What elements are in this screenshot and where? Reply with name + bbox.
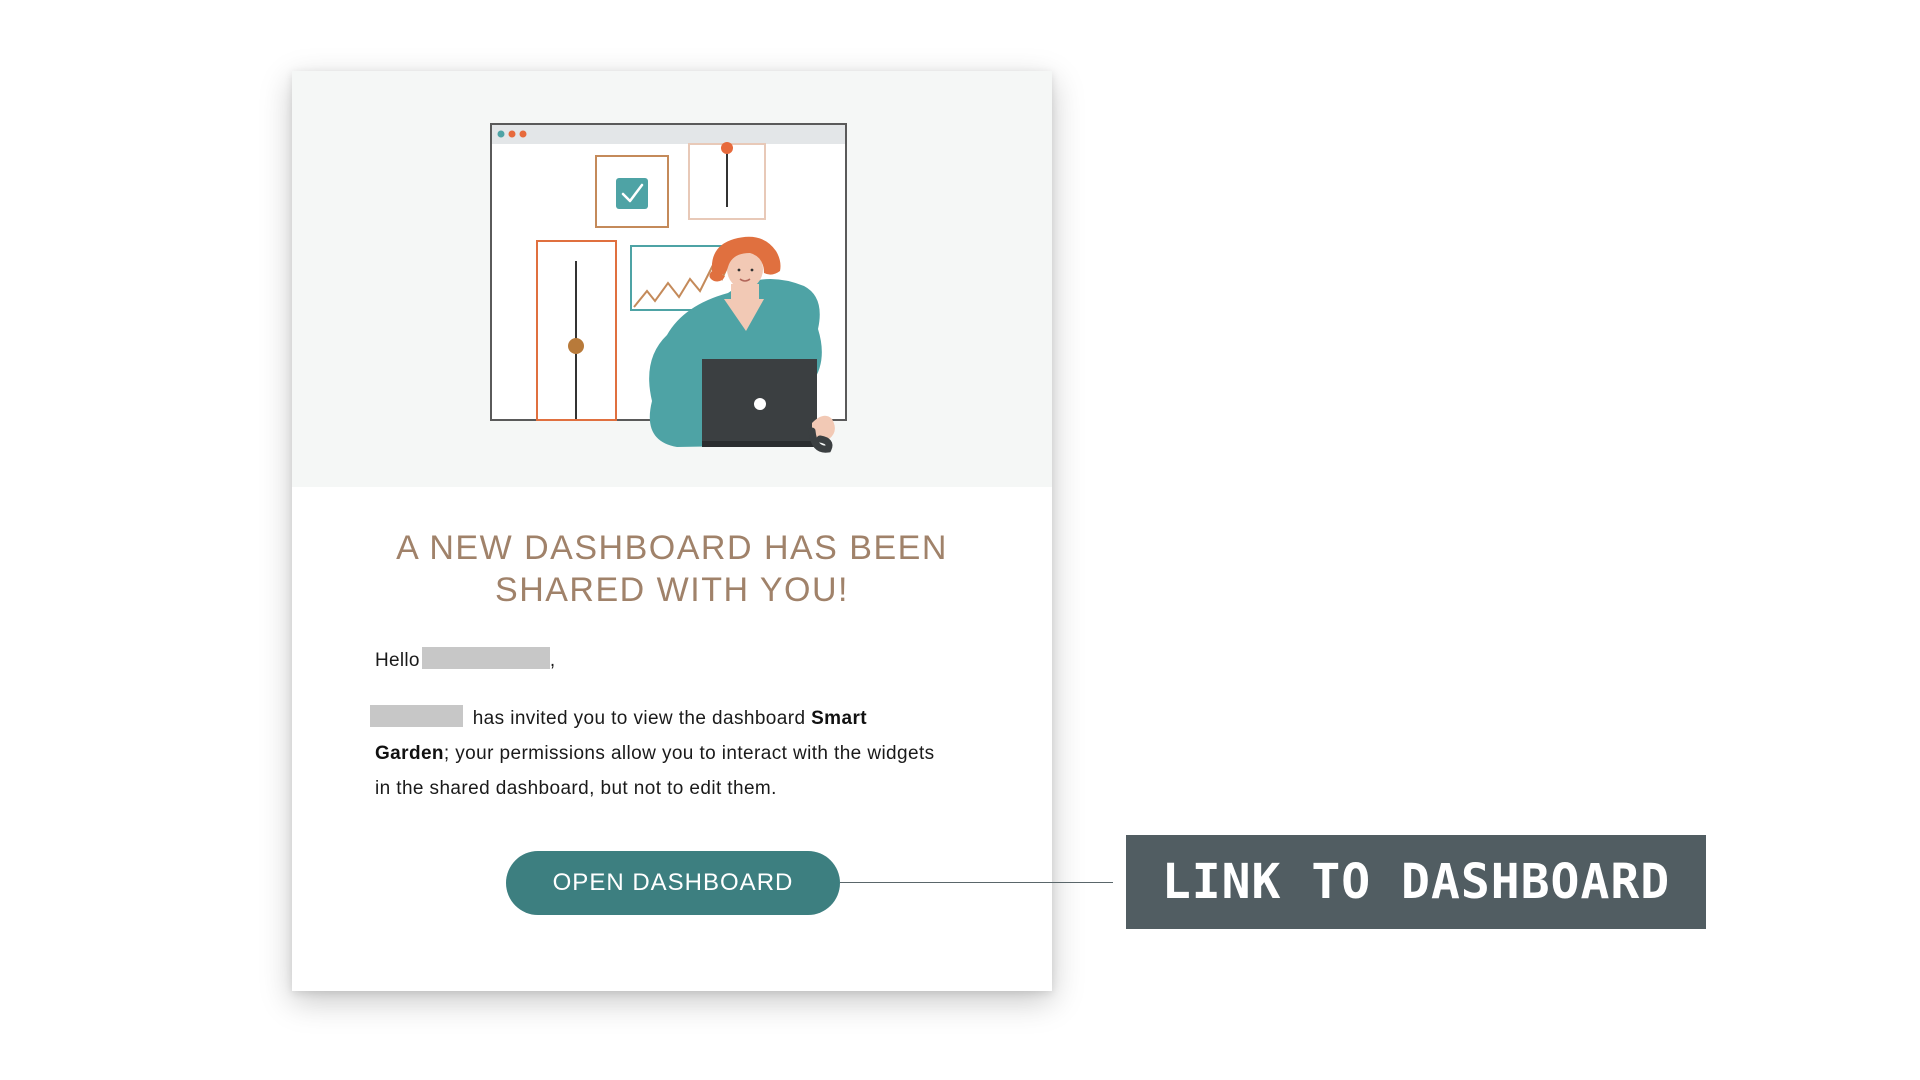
callout-connector-line bbox=[840, 882, 1113, 883]
body-text-1: has invited you to view the dashboard bbox=[472, 708, 806, 729]
redacted-recipient-name bbox=[421, 647, 550, 669]
greeting: Hello, bbox=[375, 647, 555, 672]
greeting-suffix: , bbox=[549, 650, 556, 671]
invitation-paragraph: has invited you to view the dashboard Sm… bbox=[370, 701, 935, 806]
open-dashboard-button[interactable]: OPEN DASHBOARD bbox=[506, 851, 840, 915]
redacted-sender-name bbox=[370, 705, 463, 727]
link-to-dashboard-callout: LINK TO DASHBOARD bbox=[1126, 835, 1706, 929]
checkbox-icon bbox=[616, 178, 648, 209]
dashboard-illustration-icon bbox=[490, 123, 847, 453]
body-text-2: ; your permissions allow you to interact… bbox=[375, 743, 935, 799]
hero-illustration bbox=[292, 71, 1052, 487]
email-headline: A NEW DASHBOARD HAS BEEN SHARED WITH YOU… bbox=[292, 527, 1052, 611]
headline-line-2: SHARED WITH YOU! bbox=[495, 571, 849, 609]
greeting-prefix: Hello bbox=[375, 650, 420, 671]
email-card: A NEW DASHBOARD HAS BEEN SHARED WITH YOU… bbox=[292, 71, 1052, 991]
headline-line-1: A NEW DASHBOARD HAS BEEN bbox=[396, 529, 948, 567]
